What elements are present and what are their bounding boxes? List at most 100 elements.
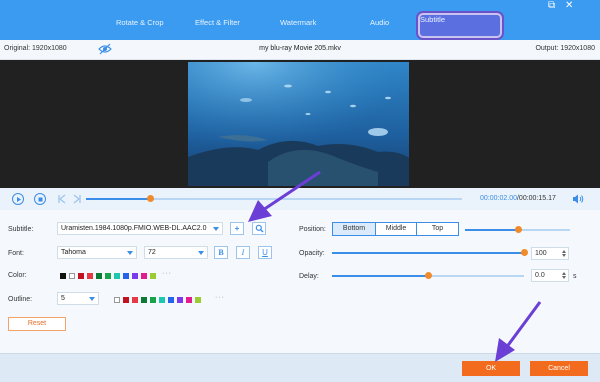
- tab-watermark[interactable]: Watermark: [280, 18, 316, 27]
- outline-color-swatch[interactable]: [186, 297, 192, 303]
- outline-color-swatch[interactable]: [177, 297, 183, 303]
- color-swatch[interactable]: [60, 273, 66, 279]
- edit-tab-bar: Rotate & Crop Effect & Filter Watermark …: [0, 0, 600, 40]
- tab-audio[interactable]: Audio: [370, 18, 389, 27]
- color-swatch[interactable]: [114, 273, 120, 279]
- outline-color-swatch[interactable]: [195, 297, 201, 303]
- file-name: my blu-ray Movie 205.mkv: [259, 45, 341, 52]
- color-swatch[interactable]: [132, 273, 138, 279]
- color-swatch[interactable]: [150, 273, 156, 279]
- cancel-button[interactable]: Cancel: [530, 361, 588, 376]
- color-label: Color:: [8, 272, 27, 279]
- decrement-icon[interactable]: [562, 254, 566, 257]
- outline-color-swatch[interactable]: [159, 297, 165, 303]
- tab-subtitle[interactable]: Subtitle: [418, 13, 502, 38]
- play-button[interactable]: [12, 193, 24, 205]
- color-swatch[interactable]: [96, 273, 102, 279]
- delay-slider-fill: [332, 275, 428, 277]
- add-subtitle-button[interactable]: +: [230, 222, 244, 235]
- chevron-down-icon: [213, 227, 219, 231]
- volume-icon[interactable]: [572, 193, 584, 207]
- delay-unit: s: [573, 273, 577, 280]
- opacity-slider-fill: [332, 252, 524, 254]
- outline-label: Outline:: [8, 296, 33, 303]
- delay-input[interactable]: 0.0: [531, 269, 569, 282]
- next-frame-icon[interactable]: [72, 193, 82, 207]
- outline-width-select[interactable]: 5: [57, 292, 99, 305]
- position-slider[interactable]: [465, 226, 570, 233]
- outline-color-swatch[interactable]: [150, 297, 156, 303]
- subtitle-track-select[interactable]: Uramisten.1984.1080p.FMIO.WEB-DL.AAC2.0: [57, 222, 223, 235]
- opacity-slider-handle[interactable]: [521, 249, 528, 256]
- position-bottom-button[interactable]: Bottom: [333, 223, 375, 235]
- opacity-value: 100: [535, 250, 547, 257]
- position-label: Position:: [299, 226, 326, 233]
- decrement-icon[interactable]: [562, 276, 566, 279]
- outline-color-swatch[interactable]: [132, 297, 138, 303]
- chevron-down-icon: [198, 251, 204, 255]
- info-bar: Original: 1920x1080 my blu-ray Movie 205…: [0, 40, 600, 60]
- search-subtitle-button[interactable]: [252, 222, 266, 235]
- video-preview: [188, 62, 409, 186]
- increment-icon[interactable]: [562, 250, 566, 253]
- restore-window-icon[interactable]: ⧉: [548, 0, 555, 11]
- color-swatch[interactable]: [105, 273, 111, 279]
- color-swatch[interactable]: [123, 273, 129, 279]
- opacity-slider[interactable]: [332, 249, 528, 256]
- position-selector: Bottom Middle Top: [332, 222, 459, 236]
- reset-button[interactable]: Reset: [8, 317, 66, 331]
- outline-color-swatch[interactable]: [168, 297, 174, 303]
- subtitle-settings: Subtitle: Uramisten.1984.1080p.FMIO.WEB-…: [0, 210, 600, 353]
- color-swatch[interactable]: [78, 273, 84, 279]
- tab-rotate-crop[interactable]: Rotate & Crop: [116, 18, 164, 27]
- font-size-select[interactable]: 72: [144, 246, 208, 259]
- outline-color-swatch[interactable]: [123, 297, 129, 303]
- font-label: Font:: [8, 250, 24, 257]
- footer-bar: OK Cancel: [0, 353, 600, 382]
- position-slider-fill: [465, 229, 518, 231]
- underline-button[interactable]: U: [258, 246, 272, 259]
- subtitle-track-value: Uramisten.1984.1080p.FMIO.WEB-DL.AAC2.0: [61, 225, 207, 232]
- tab-subtitle-label: Subtitle: [420, 15, 446, 24]
- font-family-value: Tahoma: [61, 249, 86, 256]
- more-outline-colors-button[interactable]: ···: [215, 294, 225, 301]
- font-size-value: 72: [148, 249, 156, 256]
- opacity-label: Opacity:: [299, 250, 325, 257]
- delay-slider[interactable]: [332, 272, 524, 279]
- position-top-button[interactable]: Top: [417, 223, 458, 235]
- chevron-down-icon: [127, 251, 133, 255]
- outline-color-swatch[interactable]: [114, 297, 120, 303]
- seek-handle[interactable]: [147, 195, 154, 202]
- font-family-select[interactable]: Tahoma: [57, 246, 137, 259]
- outline-width-value: 5: [61, 295, 65, 302]
- color-swatch[interactable]: [141, 273, 147, 279]
- seek-bar-fill: [86, 198, 150, 200]
- total-time: /00:00:15.17: [516, 195, 556, 202]
- chevron-down-icon: [89, 297, 95, 301]
- color-swatch[interactable]: [87, 273, 93, 279]
- italic-button[interactable]: I: [236, 246, 250, 259]
- delay-label: Delay:: [299, 273, 319, 280]
- output-resolution: Output: 1920x1080: [535, 45, 595, 52]
- previous-frame-icon[interactable]: [57, 193, 67, 207]
- bold-button[interactable]: B: [214, 246, 228, 259]
- delay-value: 0.0: [535, 272, 545, 279]
- color-swatch[interactable]: [69, 273, 75, 279]
- subtitle-label: Subtitle:: [8, 226, 34, 233]
- playback-bar: 00:00:02.00/00:00:15.17: [0, 188, 600, 210]
- increment-icon[interactable]: [562, 272, 566, 275]
- outline-color-swatch[interactable]: [141, 297, 147, 303]
- seek-bar[interactable]: [86, 195, 462, 202]
- more-colors-button[interactable]: ···: [162, 270, 172, 277]
- opacity-input[interactable]: 100: [531, 247, 569, 260]
- ok-button[interactable]: OK: [462, 361, 520, 376]
- search-icon: [255, 224, 263, 233]
- tab-effect-filter[interactable]: Effect & Filter: [195, 18, 240, 27]
- stop-button[interactable]: [34, 193, 46, 205]
- preview-area: [0, 60, 600, 188]
- position-middle-button[interactable]: Middle: [375, 223, 417, 235]
- delay-slider-handle[interactable]: [425, 272, 432, 279]
- close-window-icon[interactable]: ✕: [565, 0, 573, 11]
- position-slider-handle[interactable]: [515, 226, 522, 233]
- timecode: 00:00:02.00/00:00:15.17: [480, 195, 556, 202]
